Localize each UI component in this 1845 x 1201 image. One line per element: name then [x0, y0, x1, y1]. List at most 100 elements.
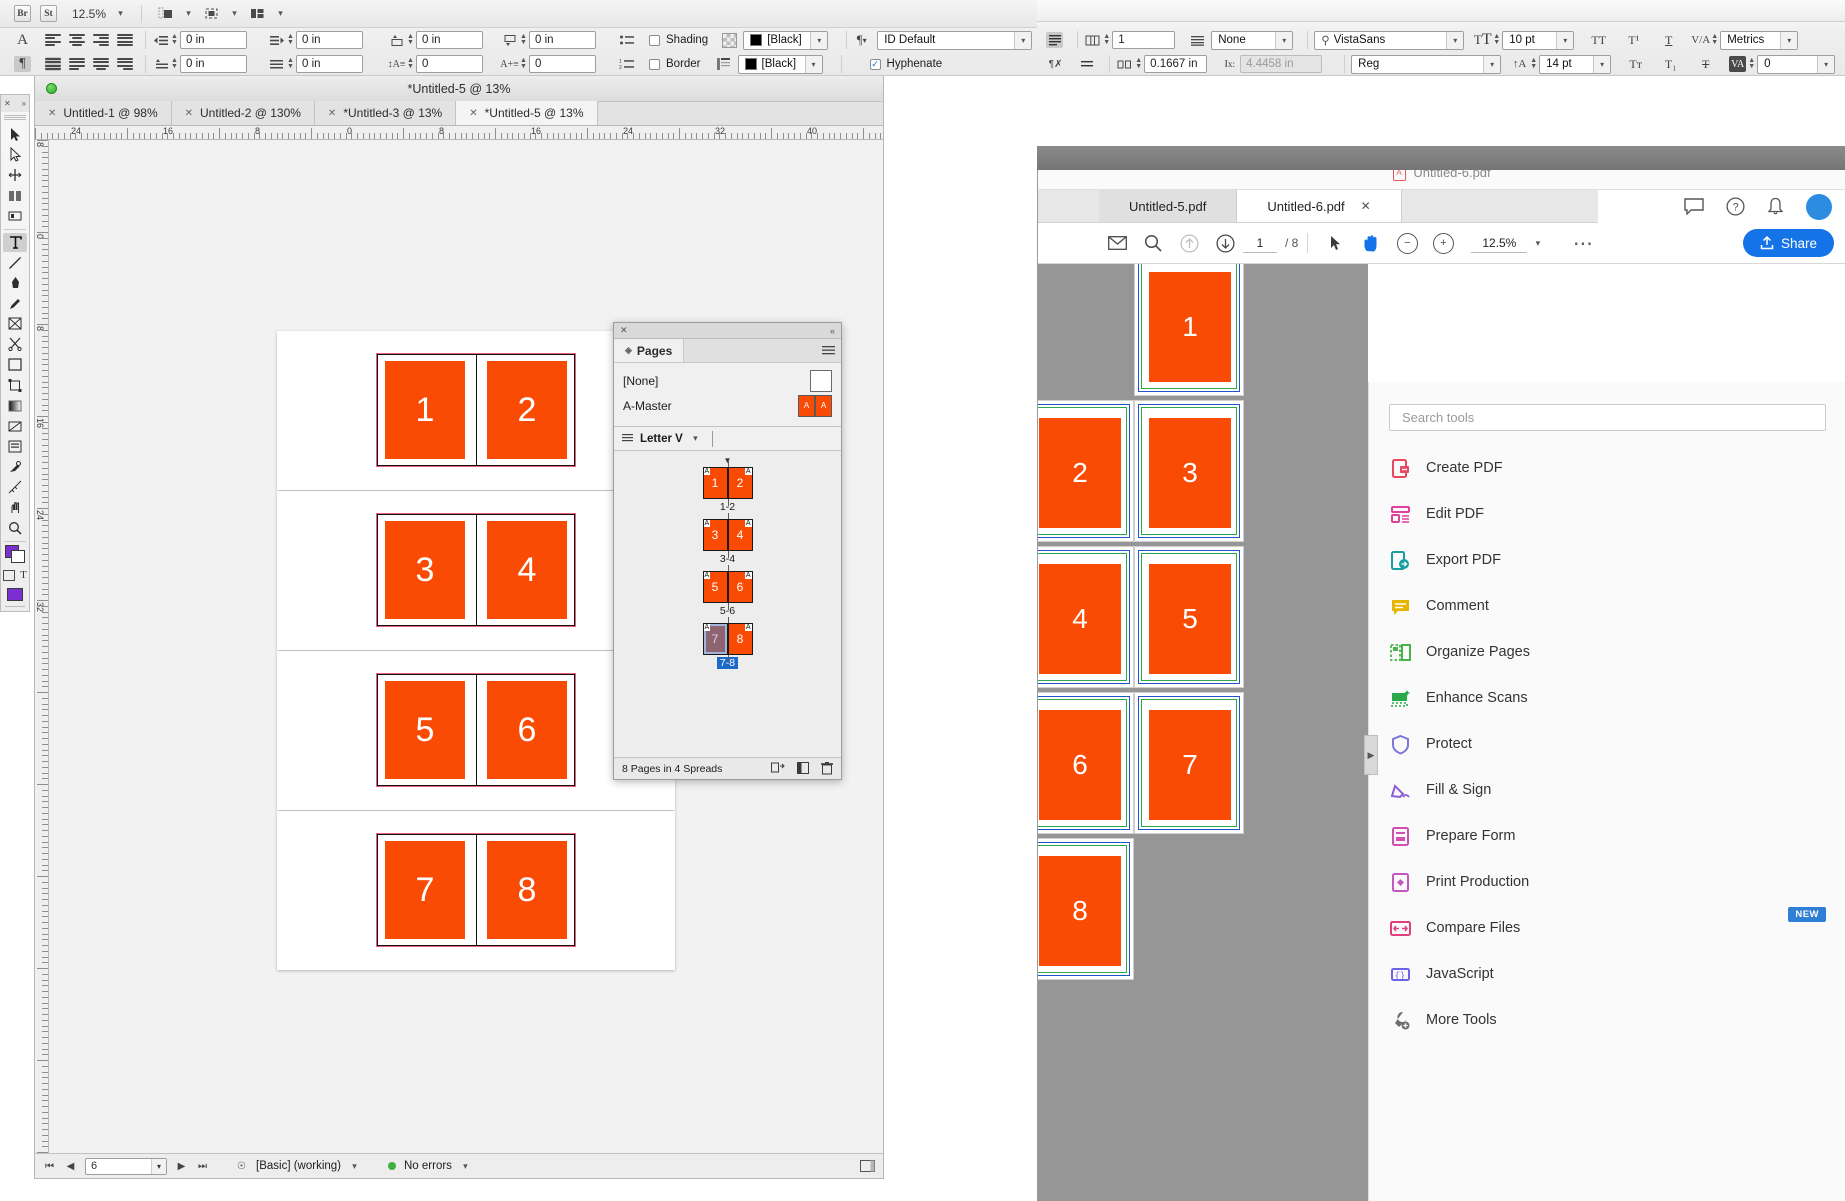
masters-section[interactable]: [None] A-Master A A [614, 363, 841, 427]
select-tool-icon[interactable] [1317, 223, 1353, 264]
page-thumb-6[interactable]: A 6 [728, 571, 753, 603]
tool-item-organize-pages[interactable]: Organize Pages [1369, 629, 1845, 675]
chevron-down-icon[interactable]: ▾ [151, 1159, 166, 1174]
document-tab-untitled-1[interactable]: ✕ Untitled-1 @ 98% [35, 101, 172, 125]
font-family-combo[interactable]: ⚲ VistaSans ▾ [1314, 31, 1464, 50]
space-before-field[interactable]: 0 in [416, 31, 483, 49]
acrobat-page-input[interactable]: 1 [1243, 234, 1277, 253]
page-thumb-2[interactable]: A 2 [728, 467, 753, 499]
bulleted-list-icon[interactable] [618, 32, 635, 48]
shading-color-combo[interactable]: [Black] ▾ [743, 31, 828, 50]
none-master-thumb[interactable] [810, 370, 832, 392]
collapse-icon[interactable]: « [830, 326, 835, 336]
chevron-down-icon[interactable]: ▾ [349, 1161, 360, 1172]
delete-page-icon[interactable] [821, 762, 833, 775]
no-break-icon[interactable]: ¶✗ [1047, 56, 1064, 72]
font-style-combo[interactable]: Reg ▾ [1351, 55, 1501, 74]
edit-page-size-icon[interactable] [771, 762, 785, 775]
selection-tool[interactable] [3, 125, 27, 144]
close-icon[interactable]: ✕ [328, 108, 336, 119]
rectangle-tool[interactable] [3, 355, 27, 374]
tracking-stepper[interactable]: ▲▼ [1746, 55, 1757, 73]
last-line-indent-stepper[interactable]: ▲▼ [285, 55, 296, 73]
close-icon[interactable]: ✕ [185, 108, 193, 119]
paragraph-style-combo[interactable]: ID Default ▾ [877, 31, 1032, 50]
hand-tool-icon[interactable] [1353, 223, 1389, 264]
formatting-affects-container-icon[interactable] [3, 570, 15, 581]
help-icon[interactable]: ? [1726, 197, 1745, 216]
tool-item-more-tools[interactable]: More Tools [1369, 997, 1845, 1043]
stock-button[interactable]: St [40, 5, 57, 22]
font-size-stepper[interactable]: ▲▼ [1491, 31, 1502, 49]
acrobat-tab-untitled-5[interactable]: Untitled-5.pdf [1099, 190, 1237, 222]
close-icon[interactable]: ✕ [48, 108, 56, 119]
free-transform-tool[interactable] [3, 376, 27, 395]
pdf-page-5[interactable]: 5 [1134, 546, 1244, 688]
tool-item-protect[interactable]: Protect [1369, 721, 1845, 767]
chevron-down-icon[interactable]: ▾ [275, 8, 286, 19]
tool-item-prepare-form[interactable]: Prepare Form [1369, 813, 1845, 859]
content-collector-tool[interactable] [3, 206, 27, 225]
spread-thumb-1-2[interactable]: A 1 A 2 1-2 [614, 467, 841, 513]
expand-panel-handle[interactable]: ▶ [1364, 735, 1378, 775]
tool-item-enhance-scans[interactable]: Enhance Scans [1369, 675, 1845, 721]
gutter-stepper[interactable]: ▲▼ [1133, 55, 1144, 73]
bridge-button[interactable]: Br [14, 5, 31, 22]
a-master-left-thumb[interactable]: A [798, 395, 815, 417]
next-page-icon[interactable]: ▶ [175, 1161, 188, 1172]
tool-item-edit-pdf[interactable]: Edit PDF [1369, 491, 1845, 537]
page-size-icon[interactable] [622, 433, 633, 444]
note-tool[interactable] [3, 437, 27, 456]
drop-cap-chars-stepper[interactable]: ▲▼ [518, 55, 529, 73]
view-options-icon[interactable] [157, 6, 174, 22]
next-page-icon[interactable] [1207, 223, 1243, 264]
leading-combo[interactable]: 14 pt ▾ [1539, 55, 1611, 74]
comment-icon[interactable] [1684, 198, 1704, 215]
kerning-stepper[interactable]: ▲▼ [1709, 31, 1720, 49]
justify-icon[interactable] [117, 33, 133, 47]
kerning-combo[interactable]: Metrics ▾ [1720, 31, 1798, 50]
close-icon[interactable]: ✕ [469, 108, 477, 119]
gradient-swatch-tool[interactable] [3, 396, 27, 415]
master-item-a-master[interactable]: A-Master A A [623, 393, 832, 418]
arrange-documents-icon[interactable] [249, 6, 266, 22]
chevron-down-icon[interactable]: ▾ [1532, 238, 1543, 249]
eyedropper-tool[interactable] [3, 457, 27, 476]
first-line-indent-field[interactable]: 0 in [180, 55, 247, 73]
toolbar-grip[interactable] [4, 115, 26, 121]
search-tools-input[interactable]: Search tools [1389, 404, 1826, 431]
page-thumb-3[interactable]: A 3 [703, 519, 728, 551]
border-style-icon[interactable] [715, 56, 732, 72]
email-icon[interactable] [1099, 223, 1135, 264]
chevron-down-icon[interactable]: ▾ [690, 433, 701, 444]
line-tool[interactable] [3, 253, 27, 272]
gutter-field[interactable]: 0.1667 in [1144, 55, 1207, 73]
zoom-tool[interactable] [3, 518, 27, 537]
pdf-page-8[interactable]: 8 [1038, 838, 1134, 980]
close-icon[interactable]: ✕ [1361, 199, 1371, 213]
font-size-combo[interactable]: 10 pt ▾ [1502, 31, 1574, 50]
right-indent-stepper[interactable]: ▲▼ [285, 31, 296, 49]
frame-tool[interactable] [3, 314, 27, 333]
avatar[interactable] [1806, 194, 1832, 220]
tool-item-print-production[interactable]: Print Production [1369, 859, 1845, 905]
pages-panel[interactable]: ✕ « ◈ Pages [None] A-Master A A Letter V [613, 322, 842, 780]
spread-thumb-3-4[interactable]: A 3 A 4 3-4 [614, 519, 841, 565]
left-indent-field[interactable]: 0 in [180, 31, 247, 49]
acrobat-tab-untitled-6[interactable]: Untitled-6.pdf ✕ [1237, 190, 1401, 222]
align-center-icon[interactable] [69, 33, 85, 47]
pdf-page-6[interactable]: 6 [1038, 692, 1134, 834]
baseline-grid-icon[interactable] [1189, 32, 1206, 48]
new-page-icon[interactable] [797, 762, 809, 775]
previous-page-icon[interactable] [1171, 223, 1207, 264]
formatting-affects-text-icon[interactable]: T [20, 569, 27, 581]
space-after-field[interactable]: 0 in [529, 31, 596, 49]
page-size-value[interactable]: Letter V [640, 433, 683, 445]
spread-7-8[interactable]: 7 8 [277, 811, 675, 970]
screen-mode-icon[interactable] [203, 6, 220, 22]
chevron-down-icon[interactable]: ▾ [460, 1161, 471, 1172]
tool-item-fill-and-sign[interactable]: Fill & Sign [1369, 767, 1845, 813]
drop-cap-lines-stepper[interactable]: ▲▼ [405, 55, 416, 73]
zoom-in-icon[interactable]: + [1425, 223, 1461, 264]
pdf-page-4[interactable]: 4 [1038, 546, 1134, 688]
